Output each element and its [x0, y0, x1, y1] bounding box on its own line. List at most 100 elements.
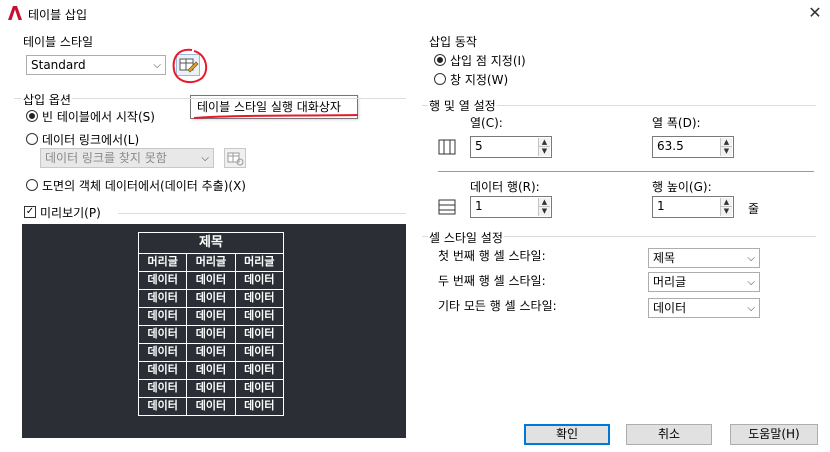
- preview-checkbox[interactable]: ✓: [24, 206, 36, 218]
- column-width-label: 열 폭(D):: [652, 116, 701, 130]
- annotation-underline: [193, 114, 359, 119]
- preview-data-cell: 데이터: [187, 308, 236, 326]
- columns-label: 열(C):: [470, 116, 503, 130]
- decrement-icon[interactable]: ▼: [539, 147, 550, 156]
- preview-data-cell: 데이터: [187, 290, 236, 308]
- preview-data-cell: 데이터: [138, 380, 188, 398]
- preview-table: 제목 머리글 머리글 머리글 데이터 데이터 데이터 데이터 데이터 데이터 데이터 데이터 데…: [138, 232, 284, 416]
- first-row-style-dropdown[interactable]: 제목 ⌵: [648, 248, 760, 268]
- empty-table-label: 빈 테이블에서 시작(S): [42, 110, 155, 124]
- preview-data-cell: 데이터: [235, 344, 284, 362]
- preview-header-row: 머리글 머리글 머리글: [138, 254, 284, 272]
- preview-data-row: 데이터 데이터 데이터: [138, 326, 284, 344]
- second-row-style-dropdown[interactable]: 머리글 ⌵: [648, 272, 760, 292]
- window-radio[interactable]: [434, 73, 446, 85]
- data-link-manager-icon: [227, 152, 244, 166]
- preview-data-cell: 데이터: [235, 362, 284, 380]
- data-link-radio[interactable]: [26, 133, 38, 145]
- table-style-dropdown[interactable]: Standard ⌵: [26, 55, 166, 75]
- empty-table-radio[interactable]: [26, 110, 38, 122]
- preview-data-cell: 데이터: [187, 344, 236, 362]
- preview-data-row: 데이터 데이터 데이터: [138, 362, 284, 380]
- data-link-dropdown[interactable]: 데이터 링크를 찾지 못함 ⌵: [40, 148, 214, 168]
- chevron-down-icon: ⌵: [747, 277, 755, 288]
- other-rows-style-value: 데이터: [653, 301, 687, 315]
- first-row-style-label: 첫 번째 행 셀 스타일:: [438, 249, 546, 263]
- chevron-down-icon: ⌵: [747, 303, 755, 314]
- insert-options-divider: [14, 98, 406, 99]
- preview-data-cell: 데이터: [235, 380, 284, 398]
- preview-data-cell: 데이터: [138, 326, 188, 344]
- decrement-icon[interactable]: ▼: [721, 207, 732, 216]
- chevron-down-icon: ⌵: [201, 153, 209, 164]
- drawing-data-label: 도면의 객체 데이터에서(데이터 추출)(X): [42, 179, 246, 193]
- decrement-icon[interactable]: ▼: [721, 147, 732, 156]
- preview-data-cell: 데이터: [138, 398, 188, 416]
- data-rows-stepper[interactable]: 1 ▲ ▼: [470, 196, 552, 218]
- column-row-group-label: 행 및 열 설정: [428, 97, 497, 114]
- data-link-manager-button[interactable]: [224, 148, 246, 168]
- ok-button[interactable]: 확인: [524, 424, 610, 445]
- preview-data-cell: 데이터: [138, 272, 188, 290]
- table-style-group-label: 테이블 스타일: [22, 33, 95, 50]
- columns-value: 5: [475, 139, 483, 153]
- increment-icon[interactable]: ▲: [721, 138, 732, 147]
- rows-icon: [438, 199, 456, 215]
- data-link-label: 데이터 링크에서(L): [42, 133, 140, 147]
- preview-title-cell: 제목: [138, 232, 284, 254]
- preview-data-cell: 데이터: [235, 308, 284, 326]
- other-rows-style-dropdown[interactable]: 데이터 ⌵: [648, 298, 760, 318]
- preview-data-row: 데이터 데이터 데이터: [138, 380, 284, 398]
- preview-data-cell: 데이터: [138, 308, 188, 326]
- table-style-value: Standard: [31, 58, 86, 72]
- column-width-value: 63.5: [657, 139, 684, 153]
- preview-data-row: 데이터 데이터 데이터: [138, 398, 284, 416]
- window-label: 창 지정(W): [450, 73, 509, 87]
- preview-data-cell: 데이터: [138, 362, 188, 380]
- preview-data-row: 데이터 데이터 데이터: [138, 344, 284, 362]
- data-rows-value: 1: [475, 199, 483, 213]
- first-row-style-value: 제목: [653, 251, 676, 265]
- preview-data-row: 데이터 데이터 데이터: [138, 272, 284, 290]
- preview-divider: [118, 213, 406, 214]
- preview-data-cell: 데이터: [187, 398, 236, 416]
- row-height-value: 1: [657, 199, 665, 213]
- preview-data-cell: 데이터: [187, 272, 236, 290]
- second-row-style-value: 머리글: [653, 275, 687, 289]
- window-title: 테이블 삽입: [28, 8, 88, 22]
- preview-label: 미리보기(P): [40, 206, 101, 220]
- insertion-point-label: 삽입 점 지정(I): [450, 54, 526, 68]
- drawing-data-radio[interactable]: [26, 179, 38, 191]
- column-width-stepper[interactable]: 63.5 ▲ ▼: [652, 136, 734, 158]
- row-height-stepper[interactable]: 1 ▲ ▼: [652, 196, 734, 218]
- chevron-down-icon: ⌵: [747, 253, 755, 264]
- help-button[interactable]: 도움말(H): [730, 424, 818, 445]
- increment-icon[interactable]: ▲: [721, 198, 732, 207]
- insert-options-group-label: 삽입 옵션: [22, 91, 72, 108]
- close-icon[interactable]: ✕: [806, 3, 824, 23]
- insertion-point-radio[interactable]: [434, 54, 446, 66]
- increment-icon[interactable]: ▲: [539, 138, 550, 147]
- columns-stepper[interactable]: 5 ▲ ▼: [470, 136, 552, 158]
- cell-styles-group-label: 셀 스타일 설정: [428, 229, 504, 246]
- cancel-button[interactable]: 취소: [626, 424, 712, 445]
- preview-data-cell: 데이터: [138, 344, 188, 362]
- column-row-separator: [438, 171, 814, 172]
- data-link-dropdown-value: 데이터 링크를 찾지 못함: [45, 151, 167, 165]
- chevron-down-icon: ⌵: [153, 60, 161, 71]
- row-height-label: 행 높이(G):: [652, 180, 712, 194]
- autocad-logo-icon: [8, 6, 22, 20]
- preview-data-row: 데이터 데이터 데이터: [138, 308, 284, 326]
- table-preview: 제목 머리글 머리글 머리글 데이터 데이터 데이터 데이터 데이터 데이터 데이터 데이터 데…: [22, 224, 406, 438]
- decrement-icon[interactable]: ▼: [539, 207, 550, 216]
- preview-data-cell: 데이터: [187, 362, 236, 380]
- other-rows-style-label: 기타 모든 행 셀 스타일:: [438, 299, 557, 313]
- second-row-style-label: 두 번째 행 셀 스타일:: [438, 274, 546, 288]
- preview-data-cell: 데이터: [235, 290, 284, 308]
- data-rows-label: 데이터 행(R):: [470, 180, 540, 194]
- preview-data-row: 데이터 데이터 데이터: [138, 290, 284, 308]
- preview-header-cell: 머리글: [138, 254, 188, 272]
- preview-header-cell: 머리글: [187, 254, 236, 272]
- preview-data-cell: 데이터: [235, 326, 284, 344]
- increment-icon[interactable]: ▲: [539, 198, 550, 207]
